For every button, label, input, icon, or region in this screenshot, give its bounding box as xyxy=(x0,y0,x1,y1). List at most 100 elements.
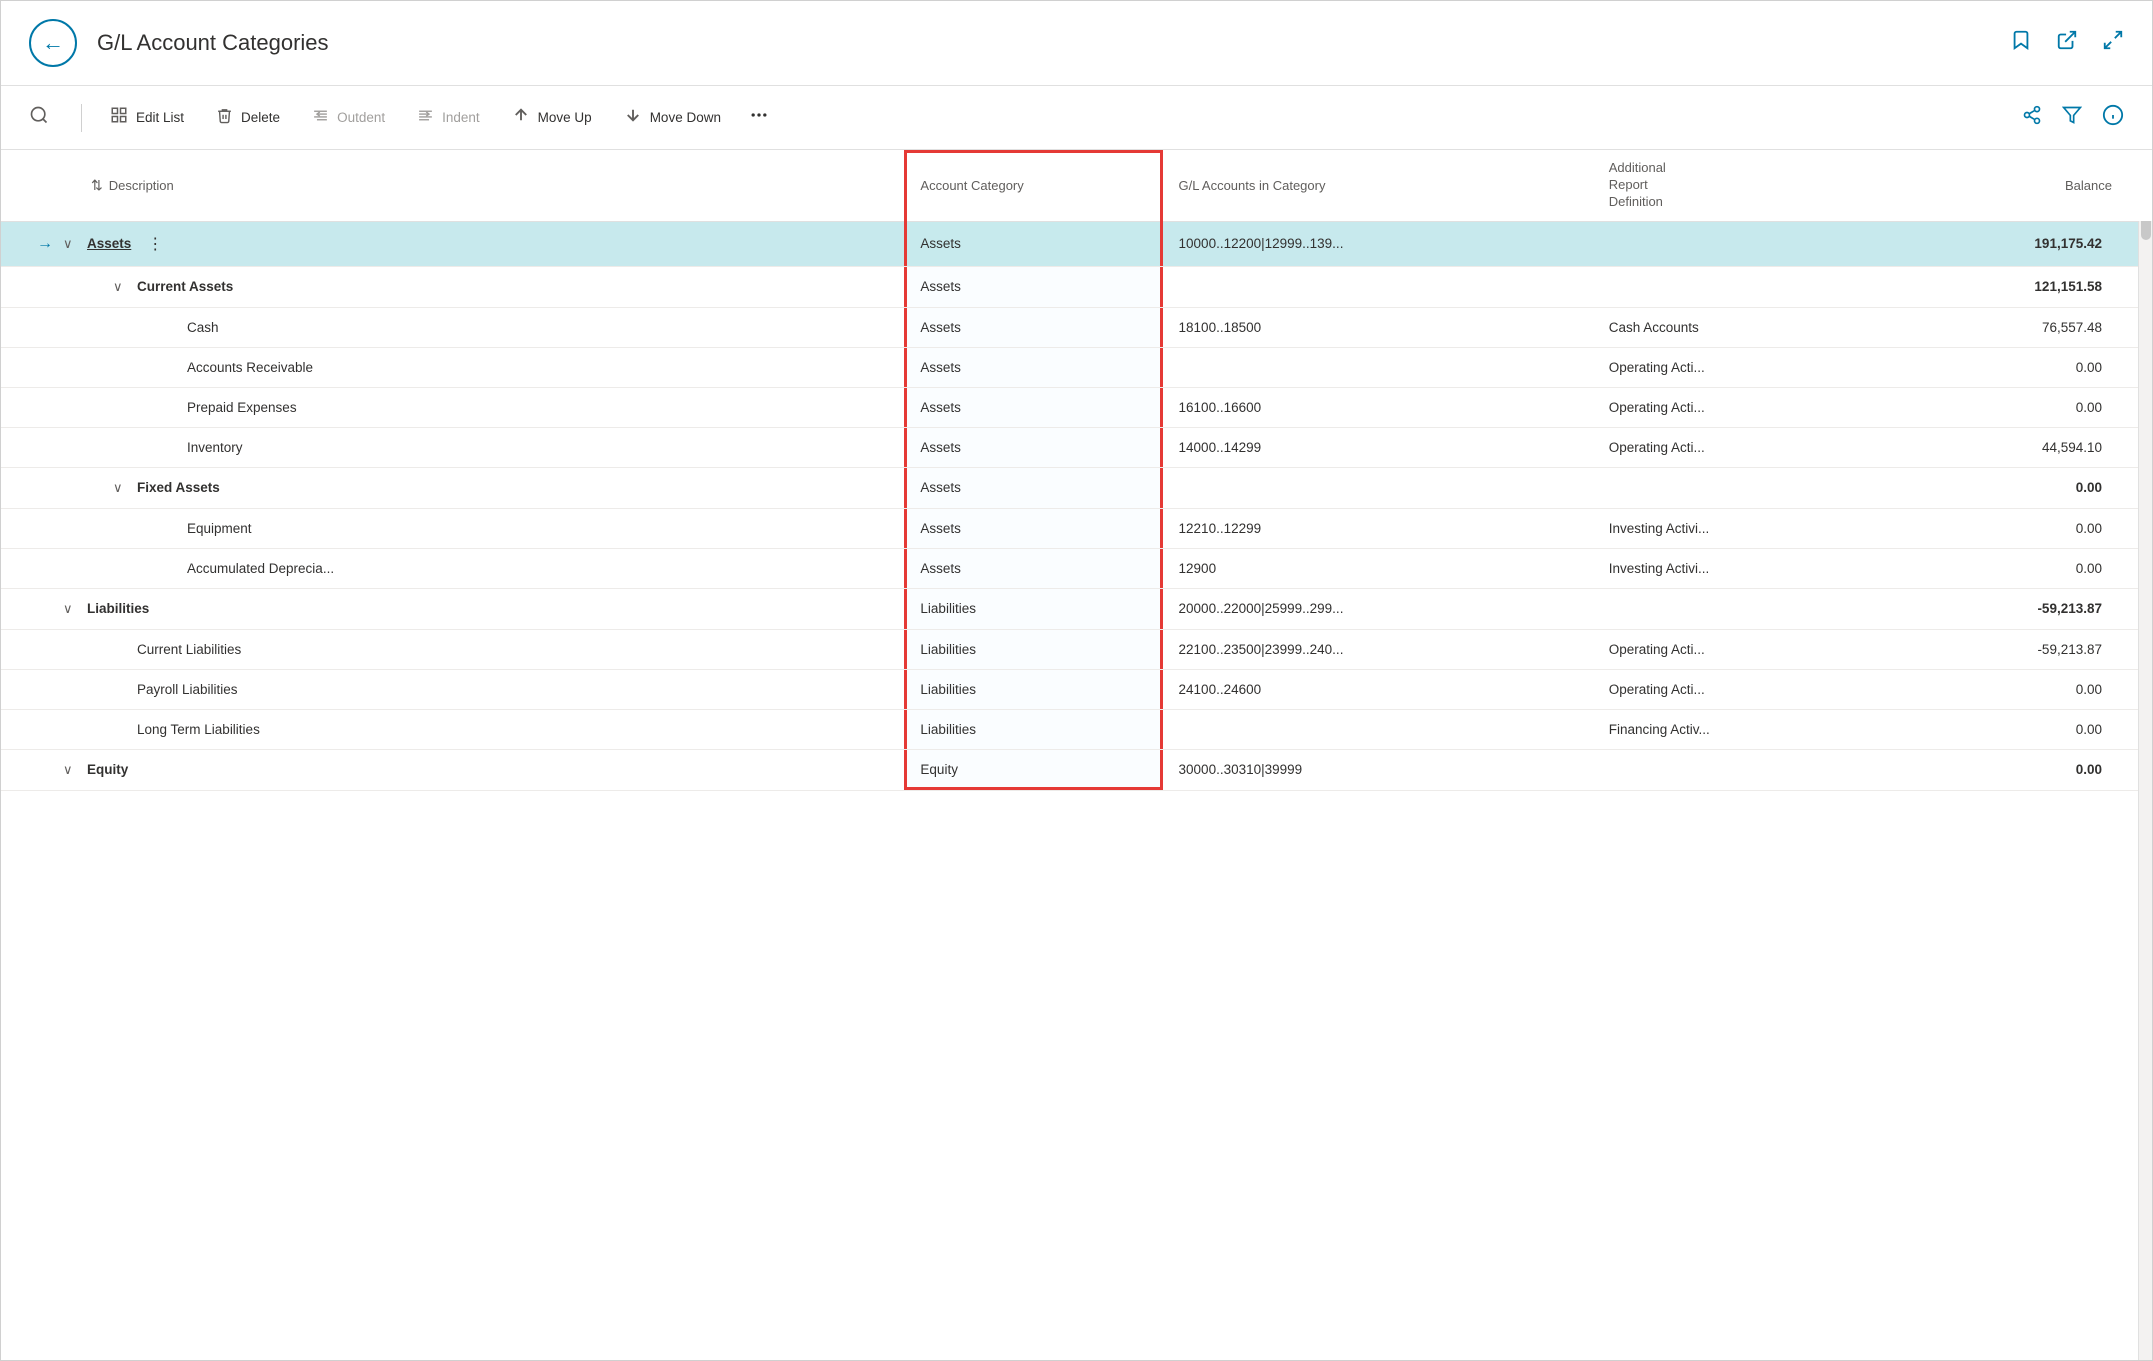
gl-accounts-cell: 12900 xyxy=(1163,548,1593,588)
additional-report-cell: Operating Acti... xyxy=(1593,347,1894,387)
table-row[interactable]: Prepaid ExpensesAssets16100..16600Operat… xyxy=(1,387,2152,427)
desc-text: Accumulated Deprecia... xyxy=(187,561,334,576)
table-row[interactable]: Current Liabilities Liabilities22100..235… xyxy=(1,629,2152,669)
desc-cell: Inventory xyxy=(1,427,904,467)
move-down-label: Move Down xyxy=(650,110,721,125)
account-category-cell: Assets xyxy=(904,387,1162,427)
gl-accounts-table: ⇅ Description Account Category G/L Accou… xyxy=(1,150,2152,791)
table-row[interactable]: ∨EquityEquity30000..30310|399990.00 xyxy=(1,749,2152,790)
desc-cell: Accounts Receivable xyxy=(1,347,904,387)
delete-label: Delete xyxy=(241,110,280,125)
desc-text: Inventory xyxy=(187,440,243,455)
export-icon[interactable] xyxy=(2056,29,2078,57)
desc-cell: Cash xyxy=(1,307,904,347)
scrollbar-track[interactable] xyxy=(2138,150,2152,1360)
account-category-cell: Assets xyxy=(904,347,1162,387)
more-options-icon[interactable] xyxy=(741,101,777,134)
account-category-cell: Assets xyxy=(904,548,1162,588)
account-category-cell: Liabilities xyxy=(904,629,1162,669)
additional-report-cell: Operating Acti... xyxy=(1593,387,1894,427)
toolbar: Edit List Delete Outdent Indent Move Up xyxy=(1,86,2152,150)
additional-report-cell: Financing Activ... xyxy=(1593,709,1894,749)
table-row[interactable]: Accounts Receivable Assets Operating Acti.… xyxy=(1,347,2152,387)
desc-cell: →∨Assets⋮ xyxy=(1,221,904,266)
share-icon[interactable] xyxy=(2022,105,2042,131)
title-bar: ← G/L Account Categories xyxy=(1,1,2152,86)
table-row[interactable]: Long Term Liabilities Liabilities Financin… xyxy=(1,709,2152,749)
bookmark-icon[interactable] xyxy=(2010,29,2032,57)
sort-icon[interactable]: ⇅ xyxy=(91,177,103,194)
desc-text: Equity xyxy=(87,762,128,777)
edit-list-button[interactable]: Edit List xyxy=(98,100,196,135)
edit-list-icon xyxy=(110,106,128,129)
desc-text: Equipment xyxy=(187,521,252,536)
delete-icon xyxy=(216,107,233,129)
desc-text: Liabilities xyxy=(87,601,149,616)
back-button[interactable]: ← xyxy=(29,19,77,67)
filter-icon[interactable] xyxy=(2062,105,2082,131)
gl-accounts-cell xyxy=(1163,467,1593,508)
chevron-icon[interactable]: ∨ xyxy=(63,601,81,617)
additional-report-cell: Operating Acti... xyxy=(1593,629,1894,669)
move-up-button[interactable]: Move Up xyxy=(500,100,604,135)
account-category-cell: Liabilities xyxy=(904,709,1162,749)
table-row[interactable]: →∨Assets⋮Assets10000..12200|12999..139..… xyxy=(1,221,2152,266)
gl-accounts-cell: 22100..23500|23999..240... xyxy=(1163,629,1593,669)
account-category-cell: Equity xyxy=(904,749,1162,790)
balance-cell: 0.00 xyxy=(1894,467,2152,508)
desc-text: Long Term Liabilities xyxy=(137,722,260,737)
gl-accounts-cell: 10000..12200|12999..139... xyxy=(1163,221,1593,266)
desc-cell: Current Liabilities xyxy=(1,629,904,669)
table-container: ⇅ Description Account Category G/L Accou… xyxy=(1,150,2152,1360)
table-row[interactable]: CashAssets18100..18500Cash Accounts76,55… xyxy=(1,307,2152,347)
outdent-button[interactable]: Outdent xyxy=(300,101,397,135)
move-up-icon xyxy=(512,106,530,129)
info-icon[interactable] xyxy=(2102,104,2124,132)
move-down-button[interactable]: Move Down xyxy=(612,100,733,135)
chevron-icon[interactable]: ∨ xyxy=(63,762,81,778)
title-icons xyxy=(2010,29,2124,57)
chevron-icon[interactable]: ∨ xyxy=(113,480,131,496)
col-header-gl-accounts: G/L Accounts in Category xyxy=(1163,150,1593,221)
row-context-menu-icon[interactable]: ⋮ xyxy=(147,234,163,254)
desc-text: Prepaid Expenses xyxy=(187,400,297,415)
desc-text: Current Liabilities xyxy=(137,642,241,657)
chevron-icon[interactable]: ∨ xyxy=(113,279,131,295)
desc-cell: Long Term Liabilities xyxy=(1,709,904,749)
account-category-cell: Assets xyxy=(904,221,1162,266)
desc-cell: ∨Fixed Assets xyxy=(1,467,904,508)
delete-button[interactable]: Delete xyxy=(204,101,292,135)
indent-icon xyxy=(417,107,434,129)
col-header-account-category: Account Category xyxy=(904,150,1162,221)
desc-text: Accounts Receivable xyxy=(187,360,313,375)
search-icon[interactable] xyxy=(29,105,49,131)
balance-cell: 0.00 xyxy=(1894,709,2152,749)
indent-label: Indent xyxy=(442,110,480,125)
table-row[interactable]: EquipmentAssets12210..12299Investing Act… xyxy=(1,508,2152,548)
table-row[interactable]: InventoryAssets14000..14299Operating Act… xyxy=(1,427,2152,467)
additional-report-cell xyxy=(1593,588,1894,629)
table-row[interactable]: Payroll LiabilitiesLiabilities24100..246… xyxy=(1,669,2152,709)
additional-report-cell: Investing Activi... xyxy=(1593,548,1894,588)
desc-cell: ∨Current Assets xyxy=(1,266,904,307)
gl-accounts-cell: 18100..18500 xyxy=(1163,307,1593,347)
chevron-icon[interactable]: ∨ xyxy=(63,236,81,252)
balance-cell: 0.00 xyxy=(1894,749,2152,790)
table-wrapper[interactable]: ⇅ Description Account Category G/L Accou… xyxy=(1,150,2152,1360)
additional-report-cell xyxy=(1593,266,1894,307)
table-row[interactable]: Accumulated Deprecia... Assets12900Invest… xyxy=(1,548,2152,588)
expand-icon[interactable] xyxy=(2102,29,2124,57)
table-row[interactable]: ∨Fixed AssetsAssets 0.00 xyxy=(1,467,2152,508)
table-row[interactable]: ∨LiabilitiesLiabilities20000..22000|2599… xyxy=(1,588,2152,629)
toolbar-right-actions xyxy=(2022,104,2124,132)
indent-button[interactable]: Indent xyxy=(405,101,492,135)
desc-text: Cash xyxy=(187,320,219,335)
gl-accounts-cell: 12210..12299 xyxy=(1163,508,1593,548)
desc-cell: Payroll Liabilities xyxy=(1,669,904,709)
table-row[interactable]: ∨Current AssetsAssets121,151.58 xyxy=(1,266,2152,307)
account-category-cell: Assets xyxy=(904,467,1162,508)
move-down-icon xyxy=(624,106,642,129)
gl-accounts-cell xyxy=(1163,709,1593,749)
balance-cell: 0.00 xyxy=(1894,548,2152,588)
balance-cell: -59,213.87 xyxy=(1894,588,2152,629)
